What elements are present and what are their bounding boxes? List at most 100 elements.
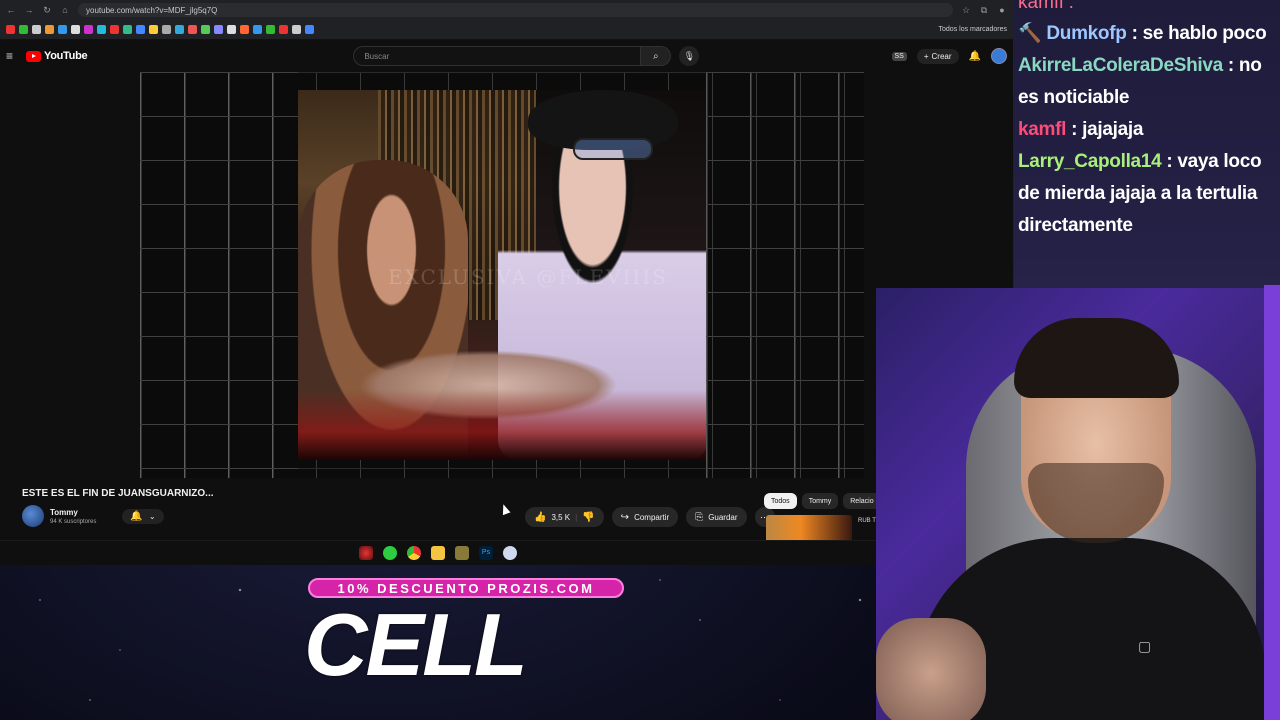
subscription-bell-button[interactable]: 🔔 ⌄: [122, 508, 164, 524]
chat-message: kamfl : jajajaja: [1018, 114, 1276, 146]
bookmark-icon[interactable]: [162, 25, 171, 34]
bookmark-icon[interactable]: [110, 25, 119, 34]
streamer-arm: [876, 618, 986, 720]
bookmark-icon[interactable]: [292, 25, 301, 34]
account-avatar[interactable]: [991, 48, 1007, 64]
chat-text: jajajaja: [1082, 119, 1144, 140]
bookmark-icon[interactable]: [188, 25, 197, 34]
bookmark-icon[interactable]: [58, 25, 67, 34]
thumbs-down-icon[interactable]: 👎: [582, 512, 594, 523]
bookmark-icon[interactable]: [136, 25, 145, 34]
back-icon[interactable]: ←: [6, 5, 16, 15]
voice-search-button[interactable]: 🎙: [679, 46, 700, 66]
subscriber-count: 94 K suscriptores: [50, 518, 97, 525]
bookmark-icon[interactable]: [84, 25, 93, 34]
browser-window: ← → ↻ ⌂ youtube.com/watch?v=MDF_jlg5q7Q …: [0, 0, 1014, 565]
chat-partial-message: kamfl :: [1018, 0, 1276, 8]
shirt-logo-icon: ▢: [1138, 638, 1152, 654]
create-button[interactable]: + Crear: [916, 48, 959, 64]
notifications-icon[interactable]: 🔔: [969, 51, 981, 62]
recommendation-filter-chips: Todos Tommy Relacio: [764, 493, 881, 509]
search-icon: ⌕: [653, 50, 659, 62]
bookmark-icon[interactable]: [227, 25, 236, 34]
bookmark-icon[interactable]: [45, 25, 54, 34]
bookmark-icon[interactable]: [279, 25, 288, 34]
bookmark-icon[interactable]: [97, 25, 106, 34]
bookmark-icon[interactable]: [214, 25, 223, 34]
youtube-header: ≡ YouTube Buscar ⌕ 🎙 SS + Crear 🔔: [0, 40, 1013, 72]
extensions-icon[interactable]: ⧉: [979, 5, 989, 15]
bookmark-icon[interactable]: [305, 25, 314, 34]
photoshop-icon[interactable]: Ps: [479, 545, 493, 560]
chip-relacionados[interactable]: Relacio: [843, 493, 881, 509]
url-text: youtube.com/watch?v=MDF_jlg5q7Q: [86, 5, 218, 15]
youtube-logo[interactable]: YouTube: [26, 50, 88, 62]
bookmark-icon[interactable]: [149, 25, 158, 34]
reload-icon[interactable]: ↻: [42, 5, 52, 15]
video-glasses: [573, 138, 653, 160]
chat-message: Larry_Capolla14 : vaya loco de mierda ja…: [1018, 146, 1276, 242]
bookmark-icon[interactable]: [6, 25, 15, 34]
chat-username: Larry_Capolla14: [1018, 151, 1162, 172]
stream-chat: kamfl : 🔨 Dumkofp : se hablo poco Akirre…: [1014, 0, 1280, 288]
like-button[interactable]: 👍 3,5 K | 👎: [525, 507, 604, 527]
star-icon[interactable]: ☆: [961, 5, 971, 15]
home-icon[interactable]: ⌂: [60, 5, 70, 15]
search-input[interactable]: Buscar: [353, 46, 642, 66]
channel-info: Tommy 94 K suscriptores 🔔 ⌄: [22, 505, 164, 527]
spotify-icon[interactable]: [383, 545, 397, 560]
bookmark-icon[interactable]: [201, 25, 210, 34]
search-button[interactable]: ⌕: [641, 46, 672, 66]
address-bar[interactable]: youtube.com/watch?v=MDF_jlg5q7Q: [78, 3, 953, 17]
bookmark-icon[interactable]: [32, 25, 41, 34]
bookmark-icon[interactable]: [71, 25, 80, 34]
folder-icon[interactable]: [431, 545, 445, 560]
menu-icon[interactable]: ≡: [6, 49, 18, 63]
header-actions: SS + Crear 🔔: [891, 48, 1007, 64]
bookmark-icon[interactable]: [240, 25, 249, 34]
chat-separator: :: [1071, 119, 1083, 140]
purple-light-strip: [1264, 285, 1280, 720]
bookmark-icon[interactable]: [123, 25, 132, 34]
grid-background-left: [140, 72, 298, 478]
youtube-logo-text: YouTube: [44, 50, 88, 62]
video-title: ESTE ES EL FIN DE JUANSGUARNIZO...: [22, 488, 214, 499]
app-icon[interactable]: [503, 545, 517, 560]
recommended-video-thumbnail[interactable]: [766, 515, 852, 543]
share-button[interactable]: ↪ Compartir: [611, 507, 679, 527]
save-button[interactable]: ⎘ Guardar: [686, 507, 747, 527]
search-placeholder: Buscar: [364, 51, 390, 61]
app-icon[interactable]: [455, 545, 469, 560]
save-label: Guardar: [708, 512, 738, 522]
bookmark-icon[interactable]: [175, 25, 184, 34]
microphone-icon: 🎙: [683, 50, 696, 61]
chat-message: 🔨 Dumkofp : se hablo poco: [1018, 18, 1276, 50]
chat-username: kamfl: [1018, 119, 1067, 140]
channel-name[interactable]: Tommy: [50, 508, 96, 517]
streamer-hair: [1014, 318, 1179, 398]
app-icon[interactable]: [359, 545, 373, 560]
thumbs-up-icon: 👍: [534, 511, 547, 523]
bell-icon: 🔔: [130, 510, 143, 522]
chip-todos[interactable]: Todos: [764, 493, 797, 509]
bookmark-icon[interactable]: [266, 25, 275, 34]
forward-icon[interactable]: →: [24, 5, 34, 15]
bookmark-icon[interactable]: [253, 25, 262, 34]
chip-tommy[interactable]: Tommy: [801, 493, 839, 509]
create-label: Crear: [931, 51, 952, 61]
cast-icon[interactable]: SS: [891, 51, 907, 61]
share-label: Compartir: [634, 512, 670, 522]
like-count: 3,5 K: [551, 512, 571, 522]
video-player[interactable]: EXCLUSIVA @FLEVIIIS: [140, 72, 864, 478]
bookmark-icon[interactable]: [19, 25, 28, 34]
channel-avatar[interactable]: [22, 505, 44, 527]
bookmarks-bar: Todos los marcadores: [0, 20, 1013, 40]
profile-icon[interactable]: ●: [997, 5, 1007, 15]
chat-separator: :: [1227, 55, 1239, 76]
chrome-icon[interactable]: [407, 545, 421, 560]
chat-separator: :: [1166, 151, 1178, 172]
chat-username: Dumkofp: [1046, 23, 1127, 44]
bookmarks-folder[interactable]: Todos los marcadores: [939, 26, 1007, 33]
channel-text: Tommy 94 K suscriptores: [50, 508, 96, 525]
plus-icon: +: [923, 51, 929, 61]
